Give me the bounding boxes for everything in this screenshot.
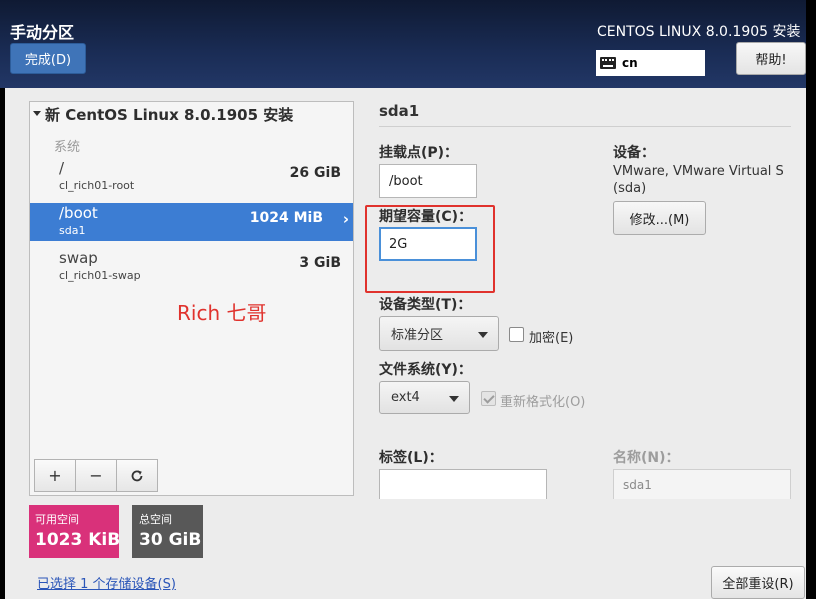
product-title: CENTOS LINUX 8.0.1905 安装 [597,24,801,40]
refresh-icon [131,470,143,481]
label-field-label: 标签(L)： [379,450,443,466]
partition-mount: / [59,159,65,177]
add-partition-button[interactable]: + [34,459,76,492]
expand-arrow-icon [33,111,41,116]
filesystem-dropdown[interactable]: ext4 [379,381,470,414]
plus-icon: + [48,466,62,485]
page-title: 手动分区 [10,23,75,42]
detail-separator [379,126,791,127]
reformat-checkbox[interactable] [481,391,496,406]
partition-entry-swap[interactable]: swap cl_rich01-swap 3 GiB [30,247,353,287]
label-input[interactable] [379,469,547,499]
device-description: VMware, VMware Virtual S (sda) [613,163,784,197]
partition-device: cl_rich01-root [59,179,135,192]
modify-button[interactable]: 修改...(M) [613,201,706,235]
partition-entry-root[interactable]: / cl_rich01-root 26 GiB [30,157,353,197]
device-label: 设备： [613,145,655,161]
system-group-label: 系统 [54,140,81,155]
keyboard-layout-label: cn [622,56,638,70]
device-type-value: 标准分区 [391,328,444,343]
mount-point-input[interactable]: /boot [379,164,477,198]
refresh-button[interactable] [116,459,158,492]
partition-size: 1024 MiB [249,210,323,226]
partition-entry-boot[interactable]: /boot sda1 1024 MiB › [30,203,353,241]
total-space-label: 总空间 [139,513,172,526]
done-button[interactable]: 完成(D) [10,43,86,74]
partition-mount: swap [59,249,98,267]
dropdown-arrow-icon [478,331,488,338]
window-edge [806,0,816,599]
partition-size: 3 GiB [299,255,341,271]
chevron-right-icon: › [342,210,349,228]
reset-all-button[interactable]: 全部重设(R) [711,566,805,599]
encrypt-checkbox[interactable] [509,327,524,342]
installation-tree-header[interactable]: 新 CentOS Linux 8.0.1905 安装 [33,104,293,125]
partition-size: 26 GiB [289,165,341,181]
filesystem-label: 文件系统(Y)： [379,362,472,378]
minus-icon: − [89,466,103,485]
partition-device: sda1 [59,224,86,237]
selected-storage-link[interactable]: 已选择 1 个存储设备(S) [37,573,176,592]
name-field-label: 名称(N)： [613,450,680,466]
encrypt-label: 加密(E) [529,331,574,346]
keyboard-layout-indicator[interactable]: cn [596,50,705,76]
name-input: sda1 [613,469,791,499]
dropdown-arrow-icon [449,395,459,402]
partition-detail-title: sda1 [379,102,420,120]
watermark-text: Rich 七哥 [177,301,267,325]
total-space-value: 30 GiB [139,530,202,550]
help-button[interactable]: 帮助! [736,42,806,75]
mount-point-label: 挂载点(P)： [379,145,459,161]
reformat-label: 重新格式化(O) [500,395,586,410]
partition-mount: /boot [59,204,98,222]
highlight-annotation [365,205,495,293]
partition-device: cl_rich01-swap [59,269,141,282]
remove-partition-button[interactable]: − [75,459,117,492]
device-type-dropdown[interactable]: 标准分区 [379,316,499,351]
device-type-label: 设备类型(T)： [379,297,472,313]
keyboard-icon [600,57,616,69]
total-space-box: 总空间 30 GiB [132,505,203,558]
available-space-value: 1023 KiB [35,530,121,550]
partition-toolbar: + − [34,459,185,492]
device-name: VMware, VMware Virtual S [613,164,784,179]
filesystem-value: ext4 [391,390,420,405]
device-id: (sda) [613,181,647,196]
available-space-label: 可用空间 [35,513,79,526]
available-space-box: 可用空间 1023 KiB [29,505,121,558]
installation-title: 新 CentOS Linux 8.0.1905 安装 [45,106,294,124]
